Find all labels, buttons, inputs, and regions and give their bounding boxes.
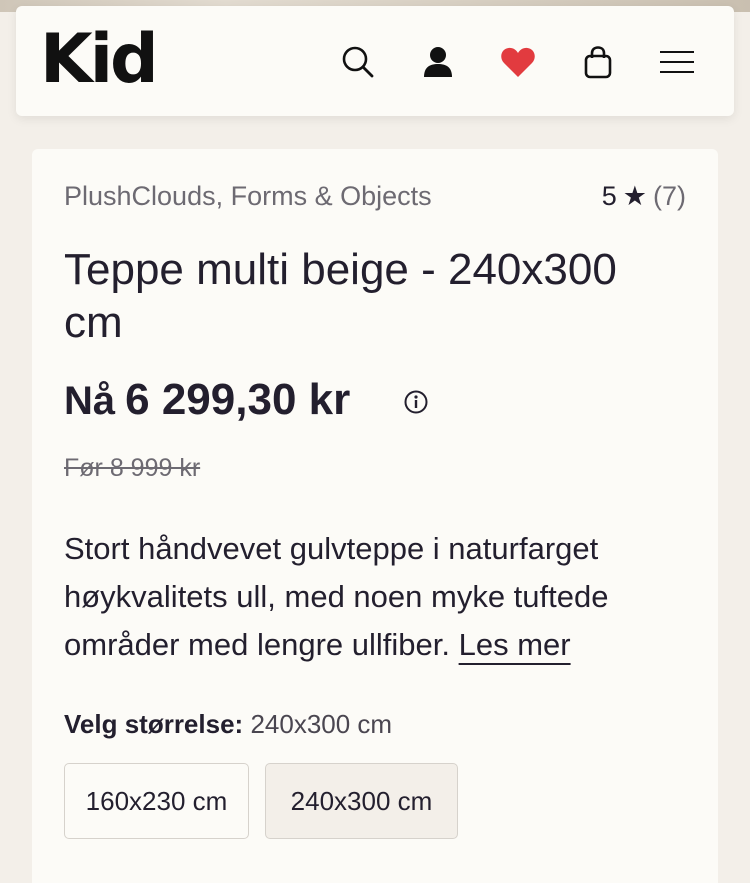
logo[interactable]: Kid [40, 20, 159, 100]
selected-size: 240x300 cm [250, 709, 393, 739]
price-prefix: Nå [64, 379, 116, 423]
size-selector-label: Velg størrelse: 240x300 cm [64, 709, 392, 740]
product-brand[interactable]: PlushClouds, Forms & Objects [64, 181, 432, 212]
heart-icon [501, 47, 535, 77]
product-info-card: PlushClouds, Forms & Objects 5 ★ (7) Tep… [32, 149, 718, 883]
menu-button[interactable] [657, 42, 697, 82]
favorites-button[interactable] [498, 42, 538, 82]
read-more-link[interactable]: Les mer [459, 627, 571, 662]
info-icon [404, 390, 428, 414]
search-icon [342, 46, 374, 78]
product-rating[interactable]: 5 ★ (7) [602, 181, 686, 212]
price-info-button[interactable] [403, 389, 429, 420]
star-icon: ★ [622, 181, 647, 211]
cart-button[interactable] [578, 42, 618, 82]
size-option-240x300[interactable]: 240x300 cm [265, 763, 458, 839]
account-button[interactable] [418, 42, 458, 82]
menu-icon [660, 51, 694, 73]
search-button[interactable] [338, 42, 378, 82]
bag-icon [584, 46, 612, 79]
size-label-text: Velg størrelse: [64, 709, 244, 739]
before-price: Før 8 999 kr [64, 454, 201, 482]
site-header: Kid [16, 6, 734, 116]
price-value: 6 299,30 kr [125, 375, 351, 424]
product-description: Stort håndvevet gulvteppe i naturfarget … [64, 525, 684, 669]
rating-count: (7) [653, 181, 686, 211]
rating-value: 5 [601, 181, 617, 211]
account-icon [424, 47, 452, 77]
product-price: Nå 6 299,30 kr [64, 375, 350, 425]
size-option-160x230[interactable]: 160x230 cm [64, 763, 249, 839]
product-title: Teppe multi beige - 240x300 cm [64, 245, 617, 347]
